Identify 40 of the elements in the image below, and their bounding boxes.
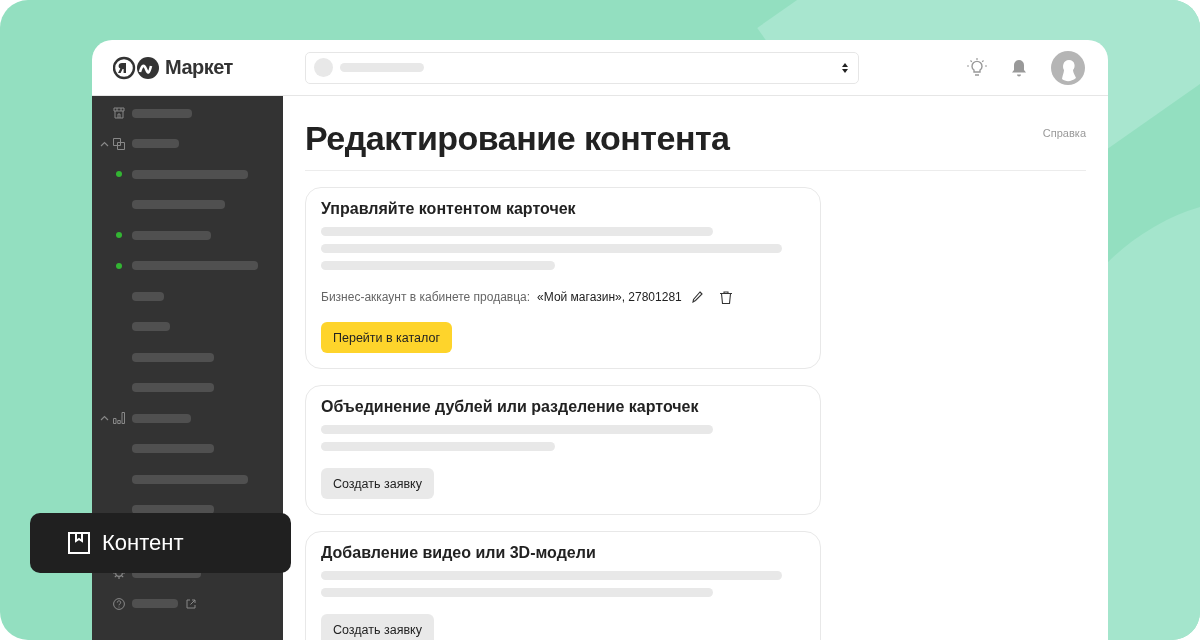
logo-icon (113, 55, 161, 80)
avatar-icon[interactable] (1051, 50, 1085, 85)
menu-item-placeholder[interactable] (132, 444, 214, 454)
store-icon (113, 107, 125, 120)
bar-chart-icon (113, 412, 125, 425)
menu-item-placeholder[interactable] (132, 261, 258, 271)
menu-item-placeholder[interactable] (132, 322, 170, 332)
logo-text: Маркет (165, 56, 233, 79)
sort-arrows-icon (842, 62, 848, 73)
account-label: Бизнес-аккаунт в кабинете продавца: (321, 290, 531, 304)
card-title: Управляйте контентом карточек (321, 200, 577, 218)
account-value: «Мой магазин», 27801281 (537, 290, 682, 304)
menu-item-placeholder[interactable] (132, 108, 192, 118)
help-icon (113, 597, 125, 610)
lightbulb-icon[interactable] (967, 57, 987, 78)
card-button[interactable]: Создать заявку (321, 468, 434, 499)
card-title: Объединение дублей или разделение карточек (321, 398, 700, 416)
chevron-icon[interactable] (99, 140, 109, 147)
menu-item-placeholder[interactable] (132, 413, 191, 423)
card-button[interactable]: Перейти в каталог (321, 322, 453, 353)
tooltip-label: Контент (102, 530, 184, 556)
copy-icon (113, 137, 125, 150)
menu-item-placeholder[interactable] (132, 599, 178, 609)
trash-icon[interactable] (719, 290, 732, 304)
page-title: Редактирование контента (305, 117, 730, 158)
account-selector[interactable] (305, 51, 859, 84)
menu-item-placeholder[interactable] (132, 474, 248, 484)
menu-item-placeholder[interactable] (132, 200, 225, 210)
menu-item-placeholder[interactable] (132, 291, 164, 301)
card-title: Добавление видео или 3D-модели (321, 544, 597, 562)
chevron-icon[interactable] (99, 415, 109, 422)
bell-icon[interactable] (1011, 58, 1027, 77)
menu-item-placeholder[interactable] (132, 352, 214, 362)
menu-item-placeholder[interactable] (132, 230, 211, 240)
bookmark-icon (68, 532, 90, 554)
menu-item-placeholder[interactable] (132, 169, 248, 179)
edit-icon[interactable] (691, 291, 703, 303)
menu-item-placeholder[interactable] (132, 139, 179, 149)
card-button[interactable]: Создать заявку (321, 614, 434, 640)
menu-item-placeholder[interactable] (132, 383, 214, 393)
